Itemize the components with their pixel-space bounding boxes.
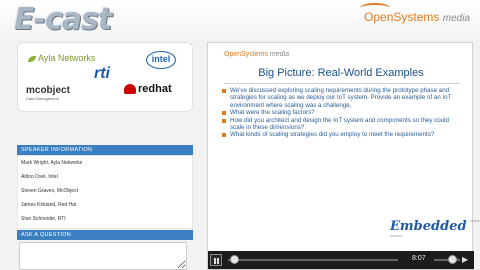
question-input[interactable] bbox=[19, 242, 187, 270]
slide-brand-sub: media bbox=[269, 51, 289, 58]
header: E-cast OpenSystems media bbox=[0, 0, 480, 40]
pause-bar-icon bbox=[214, 258, 216, 264]
opensystems-media-logo: OpenSystems media bbox=[360, 3, 470, 24]
app-title-logo: E-cast bbox=[14, 2, 112, 37]
bullet-text: What were the scaling factors? bbox=[230, 109, 315, 117]
slide-title: Big Picture: Real-World Examples bbox=[258, 67, 424, 79]
bullet-text: We've discussed exploring scaling requir… bbox=[230, 87, 452, 109]
volume-knob[interactable] bbox=[448, 255, 458, 264]
speaker-item: Mark Wright, Ayla Networks bbox=[21, 160, 83, 166]
sponsor-name: mcobject bbox=[26, 85, 70, 96]
embedded-logo-text: Embedded bbox=[390, 219, 467, 234]
red-hat-icon bbox=[124, 84, 136, 95]
leaf-icon bbox=[28, 55, 36, 62]
bullet-item: We've discussed exploring scaling requir… bbox=[222, 87, 462, 109]
bullet-marker-icon bbox=[222, 111, 226, 116]
slide-bullets: We've discussed exploring scaling requir… bbox=[222, 87, 462, 139]
brand-sub: media bbox=[442, 13, 470, 24]
embedded-computing-logo: EmbeddedCOMPUTING DESIGN bbox=[390, 219, 480, 249]
ask-question-header[interactable]: ASK A QUESTION bbox=[17, 230, 193, 240]
bullet-item: How did you architect and design the IoT… bbox=[222, 117, 462, 132]
slide-brand-main: OpenSystems bbox=[224, 51, 268, 58]
mcobject-logo[interactable]: mcobject Data Management bbox=[26, 85, 70, 101]
redhat-logo[interactable]: redhat bbox=[124, 83, 172, 95]
speaker-info-header[interactable]: SPEAKER INFORMATION bbox=[17, 145, 193, 155]
speaker-list: Mark Wright, Ayla Networks Aldoo Osel, I… bbox=[17, 155, 193, 229]
pause-bar-icon bbox=[217, 258, 219, 264]
time-display: 8:07 bbox=[412, 255, 426, 262]
speaker-item: Stan Schneider, RTI bbox=[21, 216, 66, 222]
sponsor-name: redhat bbox=[138, 83, 172, 95]
bullet-marker-icon bbox=[222, 89, 226, 93]
rti-logo[interactable]: rti bbox=[94, 65, 110, 83]
sponsor-tagline: Data Management bbox=[26, 96, 59, 101]
sponsor-name: Ayla Networks bbox=[38, 53, 96, 63]
speaker-item: James Kirkland, Red Hat bbox=[21, 202, 77, 208]
sponsors-panel: Ayla Networks intel rti mcobject Data Ma… bbox=[17, 42, 193, 112]
slide-brand-logo: OpenSystems media bbox=[224, 51, 289, 58]
progress-knob[interactable] bbox=[230, 255, 240, 264]
pause-button[interactable] bbox=[210, 254, 222, 266]
speaker-icon[interactable]: ▶ bbox=[462, 255, 468, 264]
bullet-item: What kinds of scaling strategies did you… bbox=[222, 131, 462, 138]
presentation-player: OpenSystems media Big Picture: Real-Worl… bbox=[207, 42, 480, 270]
bullet-marker-icon bbox=[222, 118, 226, 123]
logo-arc-icon bbox=[360, 3, 391, 13]
bullet-marker-icon bbox=[222, 133, 226, 138]
title-divider bbox=[224, 83, 460, 84]
bullet-item: What were the scaling factors? bbox=[222, 109, 462, 116]
progress-track[interactable] bbox=[228, 259, 398, 261]
intel-logo[interactable]: intel bbox=[146, 51, 176, 69]
bullet-text: What kinds of scaling strategies did you… bbox=[230, 131, 435, 139]
ayla-networks-logo[interactable]: Ayla Networks bbox=[28, 53, 95, 63]
speaker-item: Steven Graves, McObject bbox=[21, 188, 78, 194]
bullet-text: How did you architect and design the IoT… bbox=[230, 116, 449, 132]
player-controls: 8:07 ▶ bbox=[208, 251, 474, 269]
speaker-item: Aldoo Osel, Intel bbox=[21, 174, 58, 180]
